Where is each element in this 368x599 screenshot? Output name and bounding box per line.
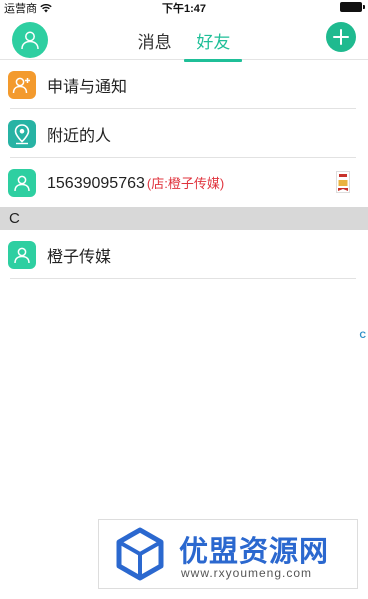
list-item-nearby[interactable]: 附近的人 bbox=[0, 109, 368, 158]
tab-messages[interactable]: 消息 bbox=[138, 28, 172, 57]
contact-list: 申请与通知 附近的人 15639095763 (店:橙子传媒) C 橙子传媒 bbox=[0, 60, 368, 279]
list-item-label: 15639095763 (店:橙子传媒) bbox=[47, 173, 224, 193]
watermark: 优盟资源网 www.rxyoumeng.com bbox=[98, 519, 358, 589]
list-item-requests[interactable]: 申请与通知 bbox=[0, 60, 368, 109]
watermark-title: 优盟资源网 bbox=[179, 536, 330, 568]
add-button[interactable] bbox=[326, 22, 356, 52]
user-icon bbox=[8, 168, 36, 197]
list-item-label: 橙子传媒 bbox=[47, 248, 112, 266]
divider bbox=[0, 206, 368, 207]
add-user-icon bbox=[8, 70, 36, 99]
battery-icon bbox=[340, 2, 365, 12]
nav-bar: 消息 好友 bbox=[0, 14, 368, 62]
section-header-c: C bbox=[0, 207, 368, 230]
tab-bar: 消息 好友 bbox=[0, 28, 368, 62]
list-item-label: 申请与通知 bbox=[47, 78, 128, 96]
section-index-letter[interactable]: C bbox=[360, 330, 367, 340]
list-item-contact[interactable]: 15639095763 (店:橙子传媒) bbox=[0, 158, 368, 207]
shop-label: (店:橙子传媒) bbox=[146, 175, 225, 191]
status-bar: 运营商 下午1:47 bbox=[0, 0, 368, 15]
list-item-label: 附近的人 bbox=[47, 127, 112, 145]
tab-friends[interactable]: 好友 bbox=[184, 28, 243, 62]
watermark-url: www.rxyoumeng.com bbox=[181, 566, 313, 580]
cube-logo-icon bbox=[116, 527, 164, 581]
contact-phone: 15639095763 bbox=[47, 174, 145, 192]
user-icon bbox=[8, 240, 36, 269]
list-item-contact[interactable]: 橙子传媒 bbox=[0, 230, 368, 279]
shop-badge-icon bbox=[336, 171, 350, 193]
divider bbox=[10, 278, 356, 279]
location-pin-icon bbox=[8, 119, 36, 148]
plus-icon bbox=[333, 29, 349, 45]
